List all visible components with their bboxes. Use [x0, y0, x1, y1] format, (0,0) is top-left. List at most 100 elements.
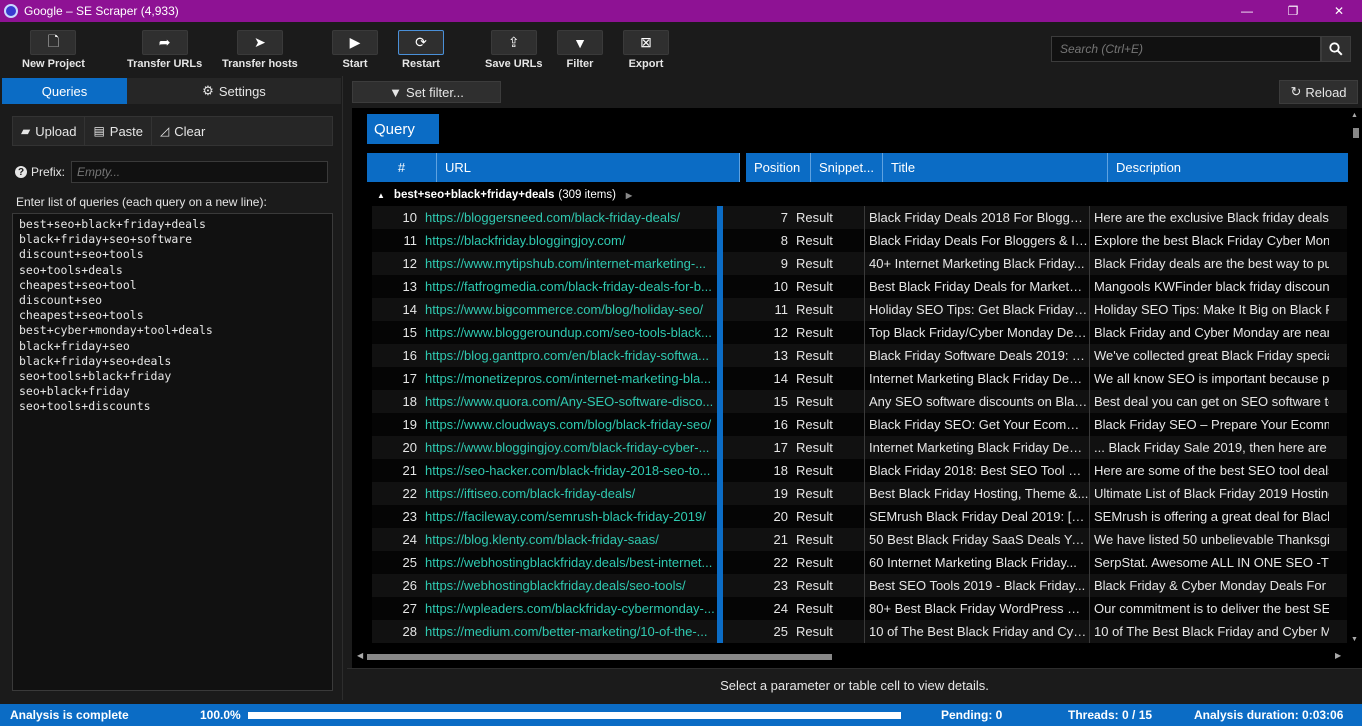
cell-description[interactable]: We've collected great Black Friday speci… [1089, 344, 1329, 367]
tab-settings[interactable]: ⚙ Settings [127, 78, 341, 104]
cell-snippet[interactable]: Result [792, 394, 864, 409]
cell-position[interactable]: 11 [723, 302, 792, 317]
cell-url[interactable]: https://blog.klenty.com/black-friday-saa… [421, 528, 723, 551]
cell-number[interactable]: 26 [372, 578, 421, 593]
scroll-down-icon[interactable]: ▼ [1351, 636, 1358, 643]
cell-url[interactable]: https://medium.com/better-marketing/10-o… [421, 620, 723, 643]
table-row[interactable]: 27 https://wpleaders.com/blackfriday-cybe… [372, 597, 1347, 620]
cell-snippet[interactable]: Result [792, 601, 864, 616]
table-row[interactable]: 10 https://bloggersneed.com/black-friday-… [372, 206, 1347, 229]
cell-url[interactable]: https://www.quora.com/Any-SEO-software-d… [421, 390, 723, 413]
cell-title[interactable]: 50 Best Black Friday SaaS Deals You... [864, 528, 1089, 551]
cell-description[interactable]: SerpStat. Awesome ALL IN ONE SEO -TO [1089, 551, 1329, 574]
column-header-number[interactable]: # [367, 153, 437, 182]
cell-description[interactable]: Here are some of the best SEO tool deals… [1089, 459, 1329, 482]
table-row[interactable]: 15 https://www.bloggeroundup.com/seo-tool… [372, 321, 1347, 344]
table-row[interactable]: 17 https://monetizepros.com/internet-mark… [372, 367, 1347, 390]
column-header-position[interactable]: Position [746, 153, 811, 182]
cell-description[interactable]: Here are the exclusive Black friday deal… [1089, 206, 1329, 229]
minimize-button[interactable]: — [1224, 0, 1270, 22]
cell-position[interactable]: 15 [723, 394, 792, 409]
cell-number[interactable]: 18 [372, 394, 421, 409]
save-urls-button[interactable]: ⇪ Save URLs [485, 30, 542, 70]
cell-url[interactable]: https://monetizepros.com/internet-market… [421, 367, 723, 390]
table-row[interactable]: 19 https://www.cloudways.com/blog/black-f… [372, 413, 1347, 436]
cell-title[interactable]: SEMrush Black Friday Deal 2019: [Ge... [864, 505, 1089, 528]
prefix-input[interactable] [71, 161, 329, 183]
cell-position[interactable]: 20 [723, 509, 792, 524]
cell-title[interactable]: Black Friday Deals 2018 For Blogger... [864, 206, 1089, 229]
search-input[interactable] [1051, 36, 1321, 62]
filter-button[interactable]: ▼ Filter [557, 30, 603, 70]
cell-description[interactable]: We all know SEO is important because pe [1089, 367, 1329, 390]
cell-number[interactable]: 12 [372, 256, 421, 271]
cell-description[interactable]: Black Friday & Cyber Monday Deals For S [1089, 574, 1329, 597]
help-icon[interactable]: ? [15, 166, 27, 178]
scroll-up-icon[interactable]: ▲ [1351, 112, 1358, 119]
cell-snippet[interactable]: Result [792, 371, 864, 386]
cell-number[interactable]: 21 [372, 463, 421, 478]
cell-url[interactable]: https://www.bigcommerce.com/blog/holiday… [421, 298, 723, 321]
table-row[interactable]: 23 https://facileway.com/semrush-black-fr… [372, 505, 1347, 528]
column-header-description[interactable]: Description [1108, 153, 1348, 182]
scroll-right-icon[interactable]: ▶ [1335, 651, 1341, 660]
cell-title[interactable]: 60 Internet Marketing Black Friday... [864, 551, 1089, 574]
cell-title[interactable]: Black Friday Deals For Bloggers & In... [864, 229, 1089, 252]
table-row[interactable]: 14 https://www.bigcommerce.com/blog/holid… [372, 298, 1347, 321]
cell-description[interactable]: Black Friday SEO – Prepare Your Ecommer [1089, 413, 1329, 436]
cell-number[interactable]: 25 [372, 555, 421, 570]
export-button[interactable]: ⊠ Export [623, 30, 669, 70]
cell-snippet[interactable]: Result [792, 578, 864, 593]
start-button[interactable]: ▶ Start [332, 30, 378, 70]
cell-position[interactable]: 8 [723, 233, 792, 248]
cell-snippet[interactable]: Result [792, 486, 864, 501]
cell-url[interactable]: https://www.bloggingjoy.com/black-friday… [421, 436, 723, 459]
cell-title[interactable]: Best Black Friday Hosting, Theme &... [864, 482, 1089, 505]
paste-button[interactable]: ▤ Paste [85, 117, 153, 145]
reload-button[interactable]: ↻ Reload [1279, 80, 1358, 104]
cell-description[interactable]: Black Friday deals are the best way to p… [1089, 252, 1329, 275]
cell-position[interactable]: 14 [723, 371, 792, 386]
cell-number[interactable]: 10 [372, 210, 421, 225]
cell-number[interactable]: 15 [372, 325, 421, 340]
cell-number[interactable]: 11 [372, 233, 421, 248]
cell-url[interactable]: https://fatfrogmedia.com/black-friday-de… [421, 275, 723, 298]
horizontal-scrollbar[interactable]: ◀ ▶ [357, 651, 1347, 663]
table-row[interactable]: 24 https://blog.klenty.com/black-friday-s… [372, 528, 1347, 551]
cell-title[interactable]: Internet Marketing Black Friday Deal... [864, 436, 1089, 459]
cell-snippet[interactable]: Result [792, 624, 864, 639]
cell-number[interactable]: 22 [372, 486, 421, 501]
cell-number[interactable]: 13 [372, 279, 421, 294]
cell-description[interactable]: ... Black Friday Sale 2019, then here ar… [1089, 436, 1329, 459]
cell-position[interactable]: 21 [723, 532, 792, 547]
table-row[interactable]: 28 https://medium.com/better-marketing/10… [372, 620, 1347, 643]
cell-url[interactable]: https://blackfriday.bloggingjoy.com/ [421, 229, 723, 252]
cell-snippet[interactable]: Result [792, 532, 864, 547]
cell-position[interactable]: 10 [723, 279, 792, 294]
cell-snippet[interactable]: Result [792, 555, 864, 570]
restart-button[interactable]: ⟳ Restart [398, 30, 444, 70]
set-filter-button[interactable]: ▼ Set filter... [352, 81, 501, 103]
queries-textarea[interactable]: best+seo+black+friday+deals black+friday… [12, 213, 333, 691]
cell-position[interactable]: 23 [723, 578, 792, 593]
cell-title[interactable]: Any SEO software discounts on Blac... [864, 390, 1089, 413]
transfer-urls-button[interactable]: ➦ Transfer URLs [127, 30, 202, 70]
cell-position[interactable]: 7 [723, 210, 792, 225]
cell-url[interactable]: https://seo-hacker.com/black-friday-2018… [421, 459, 723, 482]
cell-description[interactable]: 10 of The Best Black Friday and Cyber Mo [1089, 620, 1329, 643]
table-row[interactable]: 22 https://iftiseo.com/black-friday-deals… [372, 482, 1347, 505]
cell-position[interactable]: 9 [723, 256, 792, 271]
cell-description[interactable]: Black Friday and Cyber Monday are near a [1089, 321, 1329, 344]
cell-description[interactable]: Ultimate List of Black Friday 2019 Hosti… [1089, 482, 1329, 505]
cell-snippet[interactable]: Result [792, 302, 864, 317]
cell-position[interactable]: 19 [723, 486, 792, 501]
cell-snippet[interactable]: Result [792, 325, 864, 340]
clear-button[interactable]: ◿ Clear [152, 117, 213, 145]
cell-url[interactable]: https://www.mytipshub.com/internet-marke… [421, 252, 723, 275]
cell-snippet[interactable]: Result [792, 509, 864, 524]
cell-url[interactable]: https://blog.ganttpro.com/en/black-frida… [421, 344, 723, 367]
cell-position[interactable]: 22 [723, 555, 792, 570]
table-row[interactable]: 12 https://www.mytipshub.com/internet-mar… [372, 252, 1347, 275]
cell-number[interactable]: 17 [372, 371, 421, 386]
cell-url[interactable]: https://www.bloggeroundup.com/seo-tools-… [421, 321, 723, 344]
